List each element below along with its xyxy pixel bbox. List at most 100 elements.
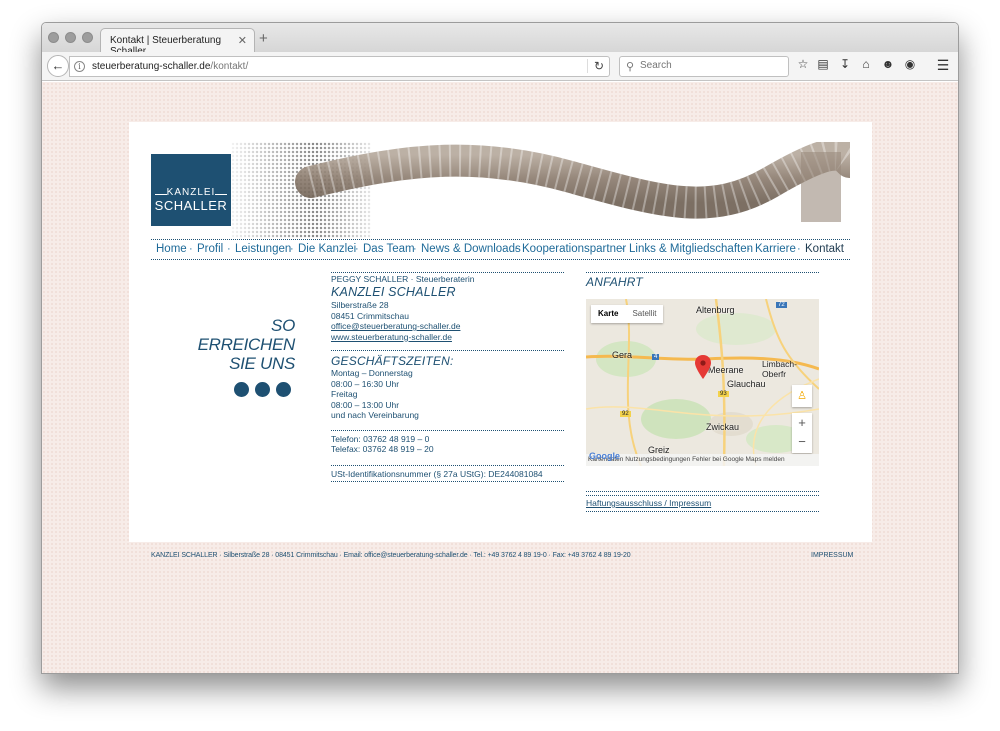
reload-icon[interactable]: ↻ [586, 59, 604, 73]
divider [331, 350, 564, 351]
nav-separator: · [189, 243, 193, 255]
map-marker-icon[interactable] [695, 355, 711, 379]
info-icon[interactable]: i [74, 61, 85, 72]
email-link[interactable]: office@steuerberatung-schaller.de [331, 321, 460, 331]
footer-impressum-link[interactable]: IMPRESSUM [811, 552, 853, 559]
hours-line: 08:00 – 13:00 Uhr [331, 399, 400, 410]
divider [331, 464, 564, 466]
nav-news-downloads[interactable]: News & Downloads [421, 243, 521, 255]
website-link[interactable]: www.steuerberatung-schaller.de [331, 332, 452, 342]
legal-block: Haftungsausschluss / Impressum [586, 498, 819, 509]
divider [331, 481, 564, 482]
road-shield: 92 [620, 411, 631, 417]
browser-window: Kontakt | Steuerberatung Schaller ✕ + ← … [41, 22, 959, 674]
map-attribution[interactable]: Kartendaten Nutzungsbedingungen Fehler b… [586, 454, 819, 466]
home-icon[interactable]: ⌂ [858, 57, 874, 71]
road-shield: 93 [718, 391, 729, 397]
tab-close-icon[interactable]: ✕ [238, 34, 247, 47]
hamburger-menu-icon[interactable]: ☰ [935, 57, 951, 74]
nav-kontakt[interactable]: Kontakt [805, 243, 844, 255]
decorative-dots [234, 382, 297, 402]
divider [586, 510, 819, 512]
close-window-button[interactable] [48, 32, 59, 43]
title-bar: Kontakt | Steuerberatung Schaller ✕ + [42, 23, 958, 57]
url-text: steuerberatung-schaller.de/kontakt/ [92, 61, 248, 72]
nav-separator: · [290, 243, 294, 255]
nav-kooperationspartner[interactable]: Kooperationspartner [522, 243, 626, 255]
vat-number: USt-Identifikationsnummer (§ 27a UStG): … [331, 468, 543, 479]
hours-title: GESCHÄFTSZEITEN: [331, 354, 454, 368]
city: 08451 Crimmitschau [331, 310, 409, 321]
zoom-control: + − [792, 413, 812, 453]
nav-separator: · [747, 243, 751, 255]
nav-karriere[interactable]: Karriere [755, 243, 796, 255]
directions-title: ANFAHRT [586, 275, 643, 289]
nav-separator: · [514, 243, 518, 255]
legal-link[interactable]: Haftungsausschluss / Impressum [586, 498, 711, 508]
tab-kontakt[interactable]: Kontakt | Steuerberatung Schaller ✕ [100, 28, 255, 57]
hours-block: Montag – Donnerstag 08:00 – 16:30 Uhr Fr… [331, 368, 564, 421]
google-logo: Google [589, 451, 620, 461]
back-arrow-icon[interactable]: ← [47, 55, 69, 77]
contact-person: PEGGY SCHALLER · Steuerberaterin [331, 274, 475, 284]
dot-icon [255, 382, 270, 397]
new-tab-button[interactable]: + [259, 31, 268, 46]
road-shield: 72 [776, 302, 787, 308]
nav-separator: · [355, 243, 359, 255]
nav-die-kanzlei[interactable]: Die Kanzlei [298, 243, 356, 255]
phone: Telefon: 03762 48 919 – 0 [331, 433, 430, 444]
map-city-label: Altenburg [696, 305, 735, 315]
slogan: SO ERREICHEN SIE UNS [198, 316, 296, 373]
zoom-window-button[interactable] [82, 32, 93, 43]
pegman-icon[interactable]: ♙ [792, 385, 812, 407]
fax: Telefax: 03762 48 919 – 20 [331, 444, 434, 454]
map-city-label: Glauchau [727, 379, 766, 389]
map-type-switcher: Karte Satellit [591, 305, 664, 323]
map-tab-karte[interactable]: Karte [591, 305, 625, 322]
hours-line: 08:00 – 16:30 Uhr [331, 378, 400, 389]
logo-line1: KANZLEI [166, 187, 216, 198]
hours-line: und nach Vereinbarung [331, 410, 419, 420]
map-tab-satellit[interactable]: Satellit [625, 305, 663, 322]
minimize-window-button[interactable] [65, 32, 76, 43]
hours-line: Freitag [331, 389, 358, 399]
nav-separator: · [797, 243, 801, 255]
search-bar[interactable]: ⚲ [619, 56, 789, 77]
download-icon[interactable]: ↧ [837, 57, 853, 71]
main-navigation: Home · Profil · Leistungen · Die Kanzlei… [151, 239, 850, 260]
pocket-icon[interactable]: ◉ [902, 57, 918, 71]
address-block: Silberstraße 28 08451 Crimmitschau offic… [331, 300, 564, 342]
map-city-label: Meerane [708, 365, 744, 375]
search-icon: ⚲ [626, 61, 635, 73]
coiled-cable-image [295, 142, 850, 222]
divider [586, 491, 819, 492]
nav-home[interactable]: Home [156, 243, 187, 255]
nav-links-mitgliedschaften[interactable]: Links & Mitgliedschaften [629, 243, 753, 255]
chat-icon[interactable]: ☻ [880, 57, 896, 71]
kanzlei-schaller-logo[interactable]: KANZLEI SCHALLER [151, 154, 231, 226]
divider [586, 495, 819, 496]
dot-icon [234, 382, 249, 397]
map-city-label: Gera [612, 350, 633, 360]
nav-separator: · [413, 243, 417, 255]
dot-icon [276, 382, 291, 397]
google-map[interactable]: Altenburg Gera Meerane Limbach-Oberfr Gl… [586, 299, 819, 466]
navigation-toolbar: ← i steuerberatung-schaller.de/kontakt/ … [42, 52, 958, 81]
bookmark-star-icon[interactable]: ☆ [795, 57, 811, 71]
divider [331, 272, 564, 273]
reading-list-icon[interactable]: ▤ [815, 57, 831, 71]
search-input[interactable] [640, 60, 780, 71]
zoom-out-button[interactable]: − [792, 432, 812, 451]
nav-das-team[interactable]: Das Team [363, 243, 415, 255]
nav-leistungen[interactable]: Leistungen [235, 243, 291, 255]
url-bar[interactable]: i steuerberatung-schaller.de/kontakt/ ↻ [69, 56, 610, 77]
zoom-in-button[interactable]: + [792, 413, 812, 432]
url-domain: steuerberatung-schaller.de [92, 61, 211, 72]
road-shield: 4 [652, 354, 660, 360]
hours-line: Montag – Donnerstag [331, 368, 413, 378]
map-city-label: Limbach-Oberfr [762, 359, 797, 379]
divider [586, 272, 819, 273]
firm-name: KANZLEI SCHALLER [331, 285, 456, 299]
nav-profil[interactable]: Profil [197, 243, 223, 255]
map-terrain [586, 299, 819, 466]
